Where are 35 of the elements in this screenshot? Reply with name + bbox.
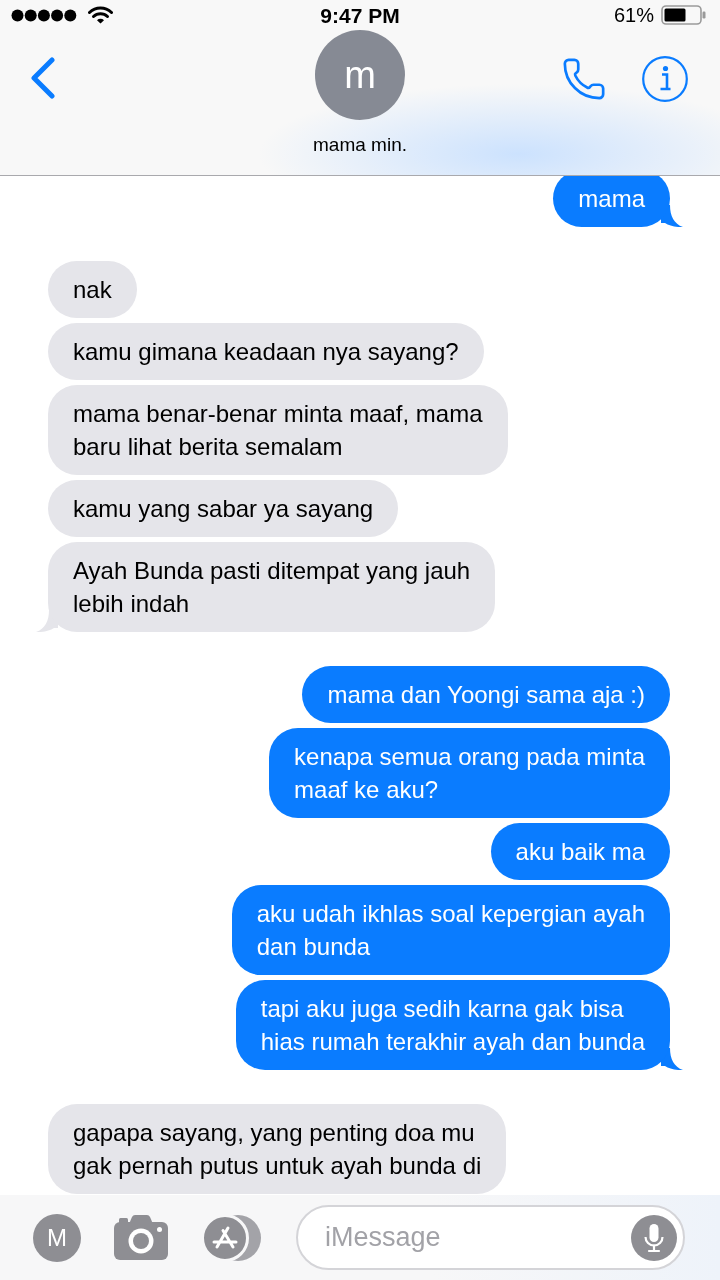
back-chevron-icon xyxy=(30,57,56,99)
app-store-icon xyxy=(201,1213,263,1262)
message-input[interactable]: iMessage xyxy=(296,1205,685,1270)
received-message-bubble: kamu yang sabar ya sayang xyxy=(48,480,399,537)
received-message-bubble: nak xyxy=(48,261,137,318)
received-message-bubble: Ayah Bunda pasti ditempat yang jauh lebih indah xyxy=(48,542,496,632)
microphone-icon xyxy=(631,1215,677,1261)
call-button[interactable] xyxy=(561,56,607,102)
contact-name[interactable]: mama min. xyxy=(313,133,407,157)
received-message-bubble: gapapa sayang, yang penting doa mu gak pernah putus untuk ayah bunda di xyxy=(48,1104,507,1194)
sent-message-bubble: tapi aku juga sedih karna gak bisa hias rumah terakhir ayah dan bunda xyxy=(235,980,670,1070)
received-message-bubble: mama benar-benar minta maaf, mama baru lihat berita semalam xyxy=(48,385,508,475)
sent-message-bubble: aku udah ikhlas soal kepergian ayah dan bunda xyxy=(231,885,670,975)
bubble-tail-icon xyxy=(661,1048,683,1070)
battery-icon xyxy=(661,5,706,25)
initial-button[interactable]: M xyxy=(33,1213,81,1262)
contact-avatar[interactable]: m xyxy=(315,30,405,120)
sent-message-bubble: kenapa semua orang pada minta maaf ke aku? xyxy=(269,728,670,818)
bubble-tail-icon xyxy=(661,205,683,227)
sent-message-bubble: aku baik ma xyxy=(490,823,670,880)
wifi-icon xyxy=(88,6,113,24)
microphone-button[interactable] xyxy=(631,1215,677,1261)
app-store-button[interactable] xyxy=(201,1213,263,1262)
sent-message-bubble: mama dan Yoongi sama aja :) xyxy=(302,666,670,723)
signal-icon xyxy=(11,8,77,22)
battery-percentage: 61% xyxy=(613,3,654,27)
info-button[interactable] xyxy=(642,56,688,102)
info-icon xyxy=(642,56,688,102)
phone-icon xyxy=(561,56,607,102)
sent-message-bubble: mama xyxy=(553,176,670,227)
back-button[interactable] xyxy=(30,57,56,99)
camera-button[interactable] xyxy=(114,1215,168,1260)
received-message-bubble: kamu gimana keadaan nya sayang? xyxy=(48,323,484,380)
status-time: 9:47 PM xyxy=(320,4,400,28)
camera-icon xyxy=(114,1215,168,1260)
